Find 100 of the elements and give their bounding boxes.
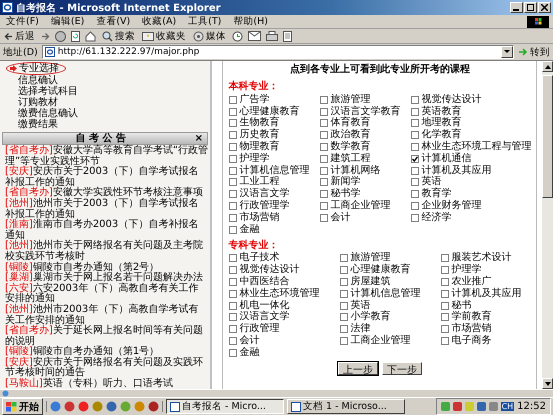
checkbox[interactable] <box>228 348 236 357</box>
major-checkbox[interactable]: 会计 <box>228 335 330 347</box>
major-checkbox[interactable]: 心理健康教育 <box>228 106 310 118</box>
checkbox[interactable] <box>228 154 236 163</box>
checkbox[interactable] <box>410 108 418 116</box>
major-checkbox[interactable]: 旅游管理 <box>320 94 400 106</box>
step-button[interactable]: 上一步 <box>338 362 378 375</box>
sidebar-item[interactable]: 缴费结果 <box>15 119 61 130</box>
major-checkbox[interactable]: 企业财务管理 <box>410 200 532 212</box>
major-checkbox[interactable]: 计算机及其应用 <box>410 164 532 177</box>
sidebar-item[interactable]: 信息确认 <box>15 75 61 86</box>
notice-item[interactable]: [六安]六安2003年（下）高教自考有关工作安排的通知 <box>5 284 208 305</box>
menu-item[interactable]: 帮助(H) <box>231 15 270 28</box>
checkbox[interactable] <box>340 254 348 262</box>
checkbox[interactable] <box>228 302 236 310</box>
major-checkbox[interactable]: 秘书学 <box>320 188 400 200</box>
checkbox[interactable] <box>320 119 328 128</box>
checkbox[interactable] <box>228 96 236 104</box>
checkbox[interactable] <box>228 143 236 152</box>
checkbox[interactable] <box>228 166 236 175</box>
major-checkbox[interactable]: 市场营销 <box>228 212 310 224</box>
checkbox[interactable] <box>410 119 418 128</box>
checkbox[interactable] <box>340 290 348 298</box>
major-checkbox[interactable]: 心理健康教育 <box>340 264 430 276</box>
history-icon[interactable] <box>232 30 243 42</box>
checkbox[interactable] <box>320 202 328 210</box>
taskbar-button[interactable]: 自考报名 - Micro... <box>166 399 284 414</box>
major-checkbox[interactable]: 地理教育 <box>410 118 532 130</box>
quick-launch-icon[interactable] <box>148 401 159 412</box>
checkbox[interactable] <box>228 266 236 274</box>
major-checkbox[interactable]: 机电一体化 <box>228 300 330 312</box>
checkbox[interactable] <box>228 131 236 140</box>
address-field[interactable]: http://61.132.222.97/major.php <box>42 45 514 59</box>
checkbox[interactable] <box>228 190 236 198</box>
major-checkbox[interactable]: 体育教育 <box>320 118 400 130</box>
maximize-button[interactable] <box>524 2 537 13</box>
checkbox[interactable] <box>228 254 236 262</box>
checkbox[interactable] <box>440 254 448 262</box>
taskbar-button[interactable]: 文档 1 - Microso... <box>287 399 405 414</box>
major-checkbox[interactable]: 法律 <box>340 323 430 336</box>
major-checkbox[interactable]: 英语 <box>410 176 532 188</box>
major-checkbox[interactable]: 中西医结合 <box>228 276 330 288</box>
sidebar-item[interactable]: 专业选择 <box>6 62 66 75</box>
major-checkbox[interactable]: 化学教育 <box>410 129 532 142</box>
menu-item[interactable]: 文件(F) <box>4 15 41 28</box>
quick-launch-icon[interactable] <box>50 401 61 412</box>
close-button[interactable]: × <box>194 133 203 144</box>
checkbox[interactable] <box>340 266 348 274</box>
major-checkbox[interactable]: 数学教育 <box>320 141 400 153</box>
major-checkbox[interactable]: 金融 <box>228 224 310 236</box>
checkbox[interactable] <box>228 202 236 210</box>
checkbox[interactable] <box>320 190 328 198</box>
major-checkbox[interactable]: 建筑工程 <box>320 152 400 165</box>
checkbox[interactable] <box>320 143 328 152</box>
checkbox[interactable] <box>440 325 448 334</box>
major-checkbox[interactable]: 汉语言文学 <box>228 312 330 324</box>
checkbox[interactable] <box>228 214 236 222</box>
major-checkbox[interactable]: 市场营销 <box>440 323 532 336</box>
major-checkbox[interactable]: 行政管理 <box>228 323 330 336</box>
major-checkbox[interactable]: 学前教育 <box>440 312 532 324</box>
major-checkbox[interactable]: 电子商务 <box>440 335 532 347</box>
menu-item[interactable]: 查看(V) <box>94 15 132 28</box>
major-checkbox[interactable]: 经济学 <box>410 212 532 224</box>
major-checkbox[interactable]: 林业生态环境工程与管理 <box>410 141 532 153</box>
major-checkbox[interactable]: 英语教育 <box>410 106 532 118</box>
checkbox[interactable] <box>440 278 448 286</box>
close-button[interactable] <box>538 2 551 13</box>
checkbox[interactable] <box>228 278 236 286</box>
menu-item[interactable]: 工具(T) <box>186 15 224 28</box>
notice-item[interactable]: [巢湖]巢湖市关于网上报名若干问题解决办法 <box>5 273 208 284</box>
go-button[interactable]: 转到 <box>518 46 550 58</box>
checkbox[interactable] <box>320 166 328 175</box>
checkbox[interactable] <box>228 178 236 186</box>
checkbox[interactable] <box>228 226 236 234</box>
major-checkbox[interactable]: 工业工程 <box>228 176 310 188</box>
major-checkbox[interactable]: 计算机网络 <box>320 164 400 177</box>
major-checkbox[interactable]: 小学教育 <box>340 312 430 324</box>
major-checkbox[interactable]: 生物教育 <box>228 118 310 130</box>
major-checkbox[interactable]: 服装艺术设计 <box>440 252 532 264</box>
checkbox[interactable] <box>410 96 418 104</box>
major-checkbox[interactable]: 秘书 <box>440 300 532 312</box>
major-checkbox[interactable]: 历史教育 <box>228 129 310 142</box>
stop-icon[interactable] <box>55 30 66 42</box>
checkbox[interactable] <box>340 325 348 334</box>
quick-launch-icon[interactable] <box>106 401 117 412</box>
language-indicator[interactable]: CH <box>500 402 514 411</box>
major-checkbox[interactable]: 旅游管理 <box>340 252 430 264</box>
toolbar-button[interactable]: 媒体 <box>192 30 227 42</box>
major-checkbox[interactable]: 计算机信息管理 <box>340 288 430 300</box>
toolbar-button[interactable]: 搜索 <box>101 30 136 42</box>
checkbox[interactable] <box>410 202 418 210</box>
notice-item[interactable]: [铜陵]铜陵市自考办通知（第1号） <box>5 347 208 358</box>
checkbox[interactable] <box>340 302 348 310</box>
major-checkbox[interactable]: 行政管理学 <box>228 200 310 212</box>
major-checkbox[interactable]: 工商企业管理 <box>340 335 430 347</box>
major-checkbox[interactable]: 房屋建筑 <box>340 276 430 288</box>
checkbox[interactable] <box>410 190 418 198</box>
checkbox[interactable] <box>340 278 348 286</box>
dropdown-button[interactable] <box>501 46 513 58</box>
major-checkbox[interactable]: 视觉传达设计 <box>410 94 532 106</box>
